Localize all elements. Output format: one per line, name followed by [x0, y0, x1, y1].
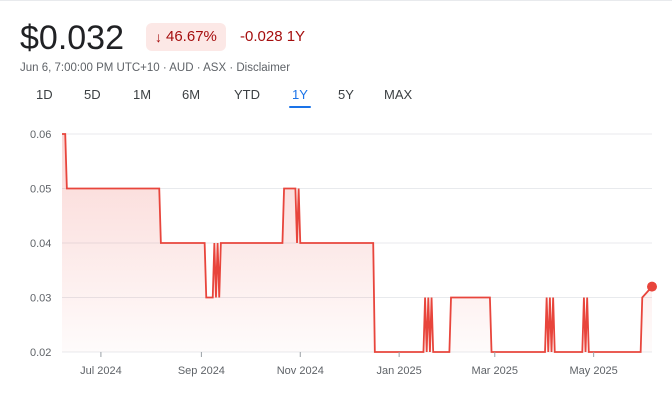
x-tick-label: Jan 2025 [377, 365, 422, 377]
x-tick-label: Jul 2024 [80, 365, 122, 377]
x-tick-label: Mar 2025 [472, 365, 518, 377]
y-tick-label: 0.05 [30, 184, 51, 196]
last-price-dot [647, 281, 657, 292]
y-tick-label: 0.02 [30, 347, 51, 359]
price-chart[interactable]: 0.06 0.05 0.04 0.03 0.02 Jul 2024 Sep 2024 Nov … [0, 0, 672, 400]
x-tick-label: May 2025 [569, 365, 617, 377]
y-tick-label: 0.03 [30, 293, 51, 305]
x-tick-label: Sep 2024 [178, 365, 225, 377]
x-tick-label: Nov 2024 [277, 365, 324, 377]
y-tick-label: 0.06 [30, 129, 51, 141]
y-tick-label: 0.04 [30, 238, 51, 250]
